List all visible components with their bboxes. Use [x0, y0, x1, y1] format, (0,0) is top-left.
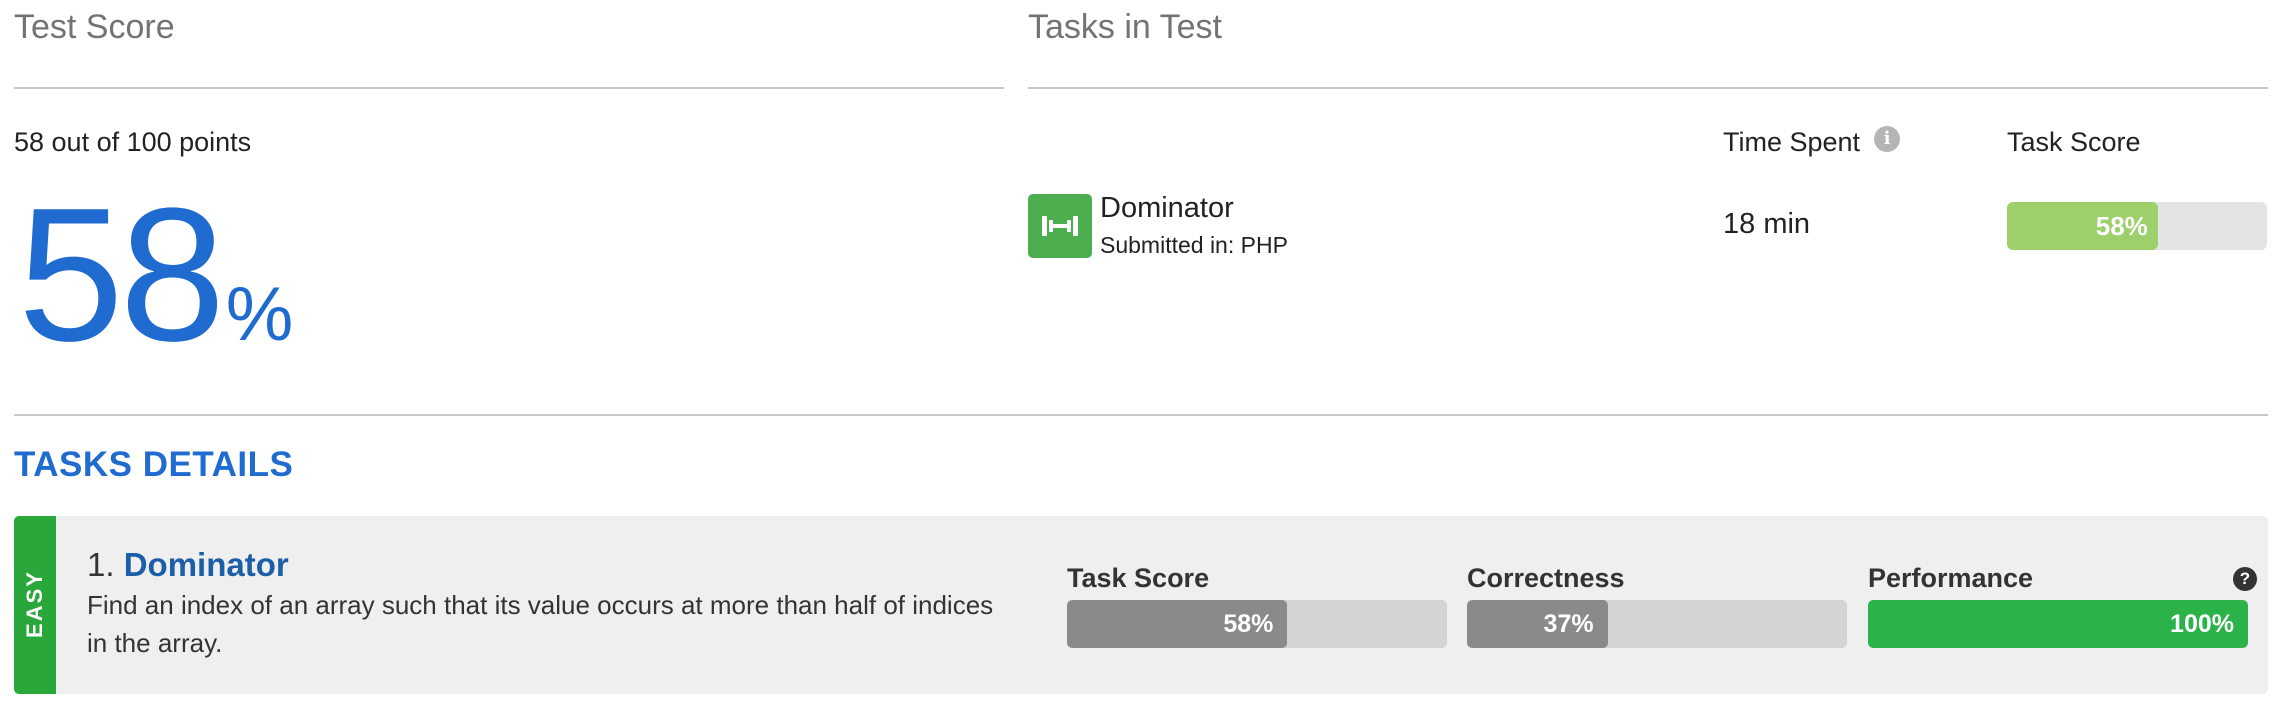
- metric-value-task-score: 58%: [1223, 610, 1274, 638]
- task-icon: [1028, 194, 1092, 258]
- info-icon[interactable]: i: [1874, 126, 1900, 152]
- task-detail-title: 1. Dominator: [87, 546, 289, 584]
- metric-bar-fill-correctness: 37%: [1467, 600, 1608, 648]
- task-score-header: Task Score: [2007, 127, 2141, 157]
- metric-bar-task-score: 58%: [1067, 600, 1447, 648]
- task-submitted-language: Submitted in: PHP: [1100, 232, 1288, 258]
- difficulty-strip: EASY: [14, 516, 56, 694]
- metric-label-correctness: Correctness: [1467, 563, 1625, 593]
- points-text: 58 out of 100 points: [14, 127, 252, 157]
- help-icon[interactable]: ?: [2233, 567, 2257, 591]
- score-percentage: 58 %: [18, 180, 293, 370]
- time-spent-header: Time Spent: [1723, 127, 1861, 157]
- task-detail-description: Find an index of an array such that its …: [87, 590, 994, 658]
- metric-bar-fill-performance: 100%: [1868, 600, 2248, 648]
- tasks-in-test-title: Tasks in Test: [1028, 8, 1223, 46]
- difficulty-label: EASY: [22, 570, 47, 638]
- task-detail-card: EASY 1. Dominator Find an index of an ar…: [14, 516, 2268, 694]
- metric-value-correctness: 37%: [1543, 610, 1594, 638]
- dumbbell-icon: [1042, 216, 1078, 236]
- tasks-in-test-divider: [1028, 87, 2268, 89]
- section-divider: [14, 414, 2268, 416]
- metric-bar-fill-task-score: 58%: [1067, 600, 1288, 648]
- score-number: 58: [18, 169, 225, 381]
- test-score-divider: [14, 87, 1004, 89]
- score-percent-sign: %: [225, 272, 294, 357]
- metric-bar-performance: 100%: [1868, 600, 2248, 648]
- tasks-details-title: TASKS DETAILS: [14, 445, 294, 484]
- task-detail-name-link[interactable]: Dominator: [124, 546, 289, 583]
- time-spent-value: 18 min: [1723, 208, 1811, 240]
- task-score-bar-fill: 58%: [2007, 202, 2158, 250]
- metric-label-task-score: Task Score: [1067, 563, 1210, 593]
- task-detail-number: 1.: [87, 546, 115, 583]
- metric-label-performance: Performance: [1868, 563, 2034, 593]
- test-score-title: Test Score: [14, 8, 175, 46]
- metric-bar-correctness: 37%: [1467, 600, 1847, 648]
- task-name-link[interactable]: Dominator: [1100, 192, 1234, 225]
- task-score-bar-label: 58%: [2095, 211, 2148, 241]
- metric-value-performance: 100%: [2170, 610, 2234, 638]
- task-score-bar: 58%: [2007, 202, 2267, 250]
